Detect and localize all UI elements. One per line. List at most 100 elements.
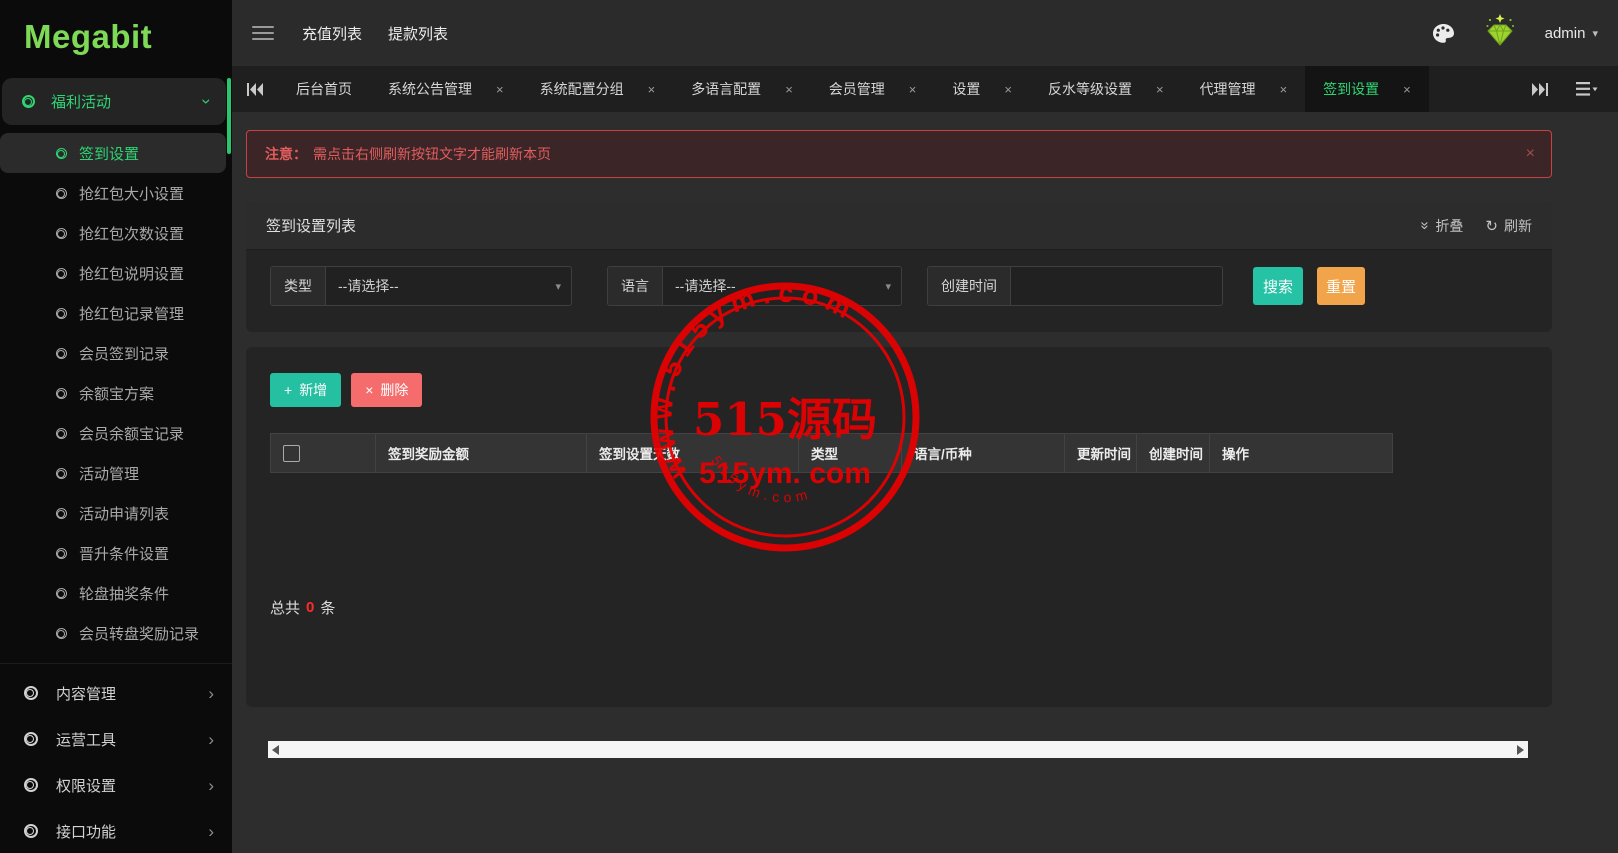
- sidebar-item[interactable]: 余额宝方案: [0, 373, 232, 413]
- circle-icon: [56, 308, 67, 319]
- palette-icon[interactable]: [1432, 23, 1455, 44]
- tab-close-icon[interactable]: ×: [909, 82, 917, 97]
- alert-message: 需点击右侧刷新按钮文字才能刷新本页: [313, 144, 551, 164]
- tab-member-management[interactable]: 会员管理 ×: [811, 66, 935, 112]
- tab-bar: 后台首页 系统公告管理 × 系统配置分组 × 多语言配置 × 会员管理 × 设置…: [232, 66, 1618, 112]
- tab-rebate-level-settings[interactable]: 反水等级设置 ×: [1030, 66, 1182, 112]
- sidebar-item-label: 活动管理: [79, 463, 139, 484]
- tab-close-icon[interactable]: ×: [496, 82, 504, 97]
- sidebar-item[interactable]: 晋升条件设置: [0, 533, 232, 573]
- circle-icon: [22, 95, 35, 108]
- circle-icon: [56, 348, 67, 359]
- scroll-right-arrow-icon[interactable]: [1517, 745, 1524, 755]
- sidebar-item[interactable]: 会员签到记录: [0, 333, 232, 373]
- brand-logo: Megabit: [0, 0, 232, 74]
- reset-button[interactable]: 重置: [1317, 267, 1365, 305]
- user-menu[interactable]: admin ▾: [1545, 25, 1598, 42]
- tab-label: 多语言配置: [691, 79, 761, 99]
- column-header: 创建时间: [1136, 434, 1209, 472]
- circle-icon: [56, 188, 67, 199]
- tab-signin-settings-active[interactable]: 签到设置 ×: [1305, 66, 1429, 112]
- scroll-tabs-left-icon[interactable]: [232, 66, 278, 112]
- sidebar-section-content-management[interactable]: 内容管理 ›: [0, 670, 232, 716]
- refresh-icon: ↻: [1485, 217, 1498, 235]
- horizontal-scrollbar[interactable]: [268, 741, 1528, 758]
- alert-close-icon[interactable]: ×: [1526, 145, 1535, 163]
- hamburger-menu-icon[interactable]: [252, 26, 274, 40]
- add-button[interactable]: + 新增: [270, 373, 341, 407]
- tab-options-menu-icon[interactable]: [1576, 82, 1598, 96]
- circle-icon: [56, 148, 67, 159]
- sidebar-item[interactable]: 抢红包大小设置: [0, 173, 232, 213]
- sidebar-section-api-functions[interactable]: 接口功能 ›: [0, 808, 232, 853]
- tab-dashboard[interactable]: 后台首页: [278, 66, 370, 112]
- sidebar-item-label: 抢红包说明设置: [79, 263, 184, 284]
- tab-multilanguage-config[interactable]: 多语言配置 ×: [673, 66, 811, 112]
- scroll-left-arrow-icon[interactable]: [272, 745, 279, 755]
- tab-close-icon[interactable]: ×: [1156, 82, 1164, 97]
- sidebar-item[interactable]: 抢红包记录管理: [0, 293, 232, 333]
- circle-icon: [56, 548, 67, 559]
- circle-icon: [56, 588, 67, 599]
- language-select[interactable]: --请选择-- ▾: [663, 267, 901, 305]
- sidebar-item[interactable]: 抢红包说明设置: [0, 253, 232, 293]
- tab-close-icon[interactable]: ×: [648, 82, 656, 97]
- tab-settings[interactable]: 设置 ×: [934, 66, 1030, 112]
- scroll-tabs-right-icon[interactable]: [1532, 83, 1548, 96]
- gem-icon[interactable]: [1479, 12, 1521, 54]
- sidebar-scrollbar[interactable]: [227, 78, 231, 154]
- tab-system-config-groups[interactable]: 系统配置分组 ×: [522, 66, 674, 112]
- create-time-filter-group: 创建时间: [927, 266, 1223, 306]
- sidebar-item-label: 会员转盘奖励记录: [79, 623, 199, 644]
- sidebar-item-signin-settings[interactable]: 签到设置: [0, 133, 226, 173]
- sidebar-item-label: 晋升条件设置: [79, 543, 169, 564]
- sidebar-item[interactable]: 抢红包次数设置: [0, 213, 232, 253]
- tab-close-icon[interactable]: ×: [1004, 82, 1012, 97]
- circle-icon: [56, 388, 67, 399]
- sidebar-item[interactable]: 活动申请列表: [0, 493, 232, 533]
- tabs-strip: 后台首页 系统公告管理 × 系统配置分组 × 多语言配置 × 会员管理 × 设置…: [278, 66, 1429, 112]
- tab-close-icon[interactable]: ×: [1403, 82, 1411, 97]
- refresh-label: 刷新: [1504, 216, 1532, 236]
- nav-link-withdraw-list[interactable]: 提款列表: [388, 23, 448, 44]
- total-count-summary: 总共 0 条: [270, 597, 1528, 618]
- sidebar-group-label: 福利活动: [51, 91, 111, 112]
- collapse-label: 折叠: [1435, 216, 1463, 236]
- refresh-button[interactable]: ↻ 刷新: [1485, 216, 1532, 236]
- column-header: 签到设置天数: [586, 434, 798, 472]
- tab-system-announcements[interactable]: 系统公告管理 ×: [370, 66, 522, 112]
- sidebar-item[interactable]: 轮盘抽奖条件: [0, 573, 232, 613]
- tab-label: 后台首页: [296, 79, 352, 99]
- tab-label: 反水等级设置: [1048, 79, 1132, 99]
- delete-button[interactable]: × 删除: [351, 373, 422, 407]
- circle-icon: [56, 428, 67, 439]
- sidebar-item[interactable]: 会员余额宝记录: [0, 413, 232, 453]
- create-time-input[interactable]: [1011, 267, 1222, 305]
- tab-close-icon[interactable]: ×: [1280, 82, 1288, 97]
- search-button[interactable]: 搜索: [1253, 267, 1303, 305]
- panel-header: 签到设置列表 » 折叠 ↻ 刷新: [246, 202, 1552, 250]
- filter-row: 类型 --请选择-- ▾ 语言 --请选择-- ▾ 创建时间 搜索 重置: [246, 250, 1552, 332]
- sidebar-item[interactable]: 会员转盘奖励记录: [0, 613, 232, 653]
- sidebar-submenu: 签到设置 抢红包大小设置 抢红包次数设置 抢红包说明设置 抢红包记录管理 会员签…: [0, 133, 232, 653]
- nav-link-recharge-list[interactable]: 充值列表: [302, 23, 362, 44]
- chevron-right-icon: ›: [208, 823, 214, 840]
- type-select-value: --请选择--: [338, 276, 399, 296]
- sidebar-item-label: 抢红包次数设置: [79, 223, 184, 244]
- sidebar-sections: 内容管理 › 运营工具 › 权限设置 › 接口功能 ›: [0, 663, 232, 853]
- sidebar-item-label: 抢红包记录管理: [79, 303, 184, 324]
- caret-down-icon: ▾: [1592, 27, 1598, 40]
- column-header: 签到奖励金额: [375, 434, 586, 472]
- chevron-down-icon: ›: [199, 99, 216, 105]
- cross-icon: ×: [365, 382, 373, 398]
- sidebar-section-operation-tools[interactable]: 运营工具 ›: [0, 716, 232, 762]
- sidebar-group-welfare-activities[interactable]: 福利活动 ›: [2, 78, 226, 125]
- select-all-checkbox[interactable]: [283, 445, 300, 462]
- type-select[interactable]: --请选择-- ▾: [326, 267, 571, 305]
- sidebar-item[interactable]: 活动管理: [0, 453, 232, 493]
- sidebar-section-permission-settings[interactable]: 权限设置 ›: [0, 762, 232, 808]
- tab-agent-management[interactable]: 代理管理 ×: [1182, 66, 1306, 112]
- collapse-button[interactable]: » 折叠: [1421, 216, 1463, 236]
- main-content: 注意： 需点击右侧刷新按钮文字才能刷新本页 × 签到设置列表 » 折叠 ↻ 刷新…: [232, 112, 1618, 853]
- tab-close-icon[interactable]: ×: [785, 82, 793, 97]
